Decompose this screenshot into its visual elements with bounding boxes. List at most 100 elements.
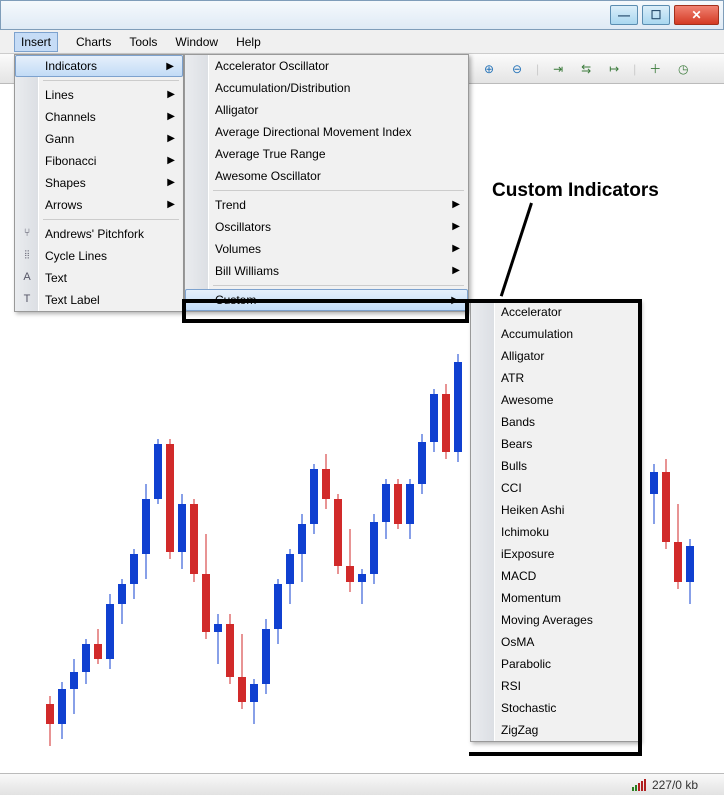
window-maximize-button[interactable]: ☐ [642,5,670,25]
submenu-arrow-icon: ▶ [167,133,175,144]
step-icon[interactable]: ⇥ [549,60,567,78]
indicators-icon[interactable]: ＋ [646,60,664,78]
menu-window[interactable]: Window [175,35,218,49]
menu-item-alligator[interactable]: Alligator [185,99,468,121]
menu-item-label: Volumes [215,242,261,256]
menu-item-label: MACD [501,569,536,583]
menu-item-custom-bears[interactable]: Bears [471,433,639,455]
submenu-arrow-icon: ▶ [452,199,460,210]
submenu-arrow-icon: ▶ [167,155,175,166]
menu-item-label: Accumulation/Distribution [215,81,350,95]
menu-item-adx[interactable]: Average Directional Movement Index [185,121,468,143]
menu-item-custom-heiken-ashi[interactable]: Heiken Ashi [471,499,639,521]
menu-item-custom-atr[interactable]: ATR [471,367,639,389]
pitchfork-icon: ⑂ [19,227,35,239]
menu-item-label: Momentum [501,591,561,605]
menu-item-custom-rsi[interactable]: RSI [471,675,639,697]
menu-item-custom-zigzag[interactable]: ZigZag [471,719,639,741]
menu-item-custom-osma[interactable]: OsMA [471,631,639,653]
toolbar-separator: | [633,62,636,76]
menu-item-label: Average Directional Movement Index [215,125,412,139]
menu-item-gann[interactable]: Gann ▶ [15,128,183,150]
periodicity-icon[interactable]: ◷ [674,60,692,78]
menu-item-custom-ichimoku[interactable]: Ichimoku [471,521,639,543]
menu-item-label: Moving Averages [501,613,593,627]
menu-item-shapes[interactable]: Shapes ▶ [15,172,183,194]
submenu-arrow-icon: ▶ [452,243,460,254]
menu-item-text-label[interactable]: T Text Label [15,289,183,311]
submenu-arrow-icon: ▶ [167,111,175,122]
shift-icon[interactable]: ↦ [605,60,623,78]
menu-item-label: RSI [501,679,521,693]
zoom-out-icon[interactable]: ⊖ [508,60,526,78]
menu-item-cycle-lines[interactable]: ⦙⦙ Cycle Lines [15,245,183,267]
menu-item-label: Andrews' Pitchfork [45,227,144,241]
menu-item-trend[interactable]: Trend ▶ [185,194,468,216]
menu-item-text[interactable]: AText [15,267,183,289]
menu-item-label: Text Label [45,293,100,307]
menu-help[interactable]: Help [236,35,261,49]
menu-item-fibonacci[interactable]: Fibonacci▶ [15,150,183,172]
menu-item-custom-cci[interactable]: CCI [471,477,639,499]
submenu-arrow-icon: ▶ [451,295,459,306]
menu-item-custom-accumulation[interactable]: Accumulation [471,323,639,345]
menu-item-label: Awesome [501,393,553,407]
menu-item-label: Cycle Lines [45,249,107,263]
menu-item-lines[interactable]: Lines ▶ [15,84,183,106]
menu-item-accelerator-oscillator[interactable]: Accelerator Oscillator [185,55,468,77]
menu-item-custom-iexposure[interactable]: iExposure [471,543,639,565]
menu-item-label: Bill Williams [215,264,279,278]
menu-item-arrows[interactable]: Arrows▶ [15,194,183,216]
menu-item-custom[interactable]: Custom▶ [185,289,468,311]
menu-insert[interactable]: Insert [14,32,58,52]
menu-tools[interactable]: Tools [129,35,157,49]
menu-item-label: Bears [501,437,532,451]
status-kb: 227/0 kb [652,778,698,792]
menu-item-custom-bulls[interactable]: Bulls [471,455,639,477]
dropdown-separator [213,190,464,191]
menu-item-custom-parabolic[interactable]: Parabolic [471,653,639,675]
window-minimize-button[interactable]: — [610,5,638,25]
menu-item-custom-moving-averages[interactable]: Moving Averages [471,609,639,631]
menu-item-custom-bands[interactable]: Bands [471,411,639,433]
menu-item-label: Gann [45,132,74,146]
menu-item-bill-williams[interactable]: Bill Williams ▶ [185,260,468,282]
zoom-in-icon[interactable]: ⊕ [480,60,498,78]
menu-item-custom-stochastic[interactable]: Stochastic [471,697,639,719]
menu-item-label: Lines [45,88,74,102]
menu-item-atr[interactable]: Average True Range [185,143,468,165]
menu-item-label: Accelerator Oscillator [215,59,329,73]
menu-item-label: Accelerator [501,305,562,319]
menu-item-label: Alligator [215,103,258,117]
menu-item-indicators[interactable]: Indicators ▶ [15,55,183,77]
menu-item-custom-macd[interactable]: MACD [471,565,639,587]
menu-item-label: Oscillators [215,220,271,234]
menu-item-awesome-oscillator[interactable]: Awesome Oscillator [185,165,468,187]
menu-item-label: Shapes [45,176,86,190]
submenu-arrow-icon: ▶ [167,177,175,188]
menu-item-custom-alligator[interactable]: Alligator [471,345,639,367]
menu-item-label: CCI [501,481,522,495]
submenu-arrow-icon: ▶ [166,61,174,72]
menu-item-channels[interactable]: Channels▶ [15,106,183,128]
menu-item-volumes[interactable]: Volumes ▶ [185,238,468,260]
menu-charts[interactable]: Charts [76,35,111,49]
menu-item-custom-awesome[interactable]: Awesome [471,389,639,411]
menu-item-oscillators[interactable]: Oscillators▶ [185,216,468,238]
menu-item-label: Indicators [45,59,97,73]
menu-item-accumulation-distribution[interactable]: Accumulation/Distribution [185,77,468,99]
scroll-icon[interactable]: ⇆ [577,60,595,78]
window-close-button[interactable]: ✕ [674,5,719,25]
menu-item-label: Trend [215,198,246,212]
menu-item-andrews-pitchfork[interactable]: ⑂ Andrews' Pitchfork [15,223,183,245]
submenu-arrow-icon: ▶ [452,265,460,276]
text-label-icon: T [19,293,35,305]
menu-item-custom-momentum[interactable]: Momentum [471,587,639,609]
menu-item-custom-accelerator[interactable]: Accelerator [471,301,639,323]
connection-bars-icon [632,779,646,791]
submenu-arrow-icon: ▶ [167,89,175,100]
menu-item-label: Heiken Ashi [501,503,564,517]
menu-item-label: ZigZag [501,723,538,737]
cycle-lines-icon: ⦙⦙ [19,249,35,262]
menu-item-label: Parabolic [501,657,551,671]
